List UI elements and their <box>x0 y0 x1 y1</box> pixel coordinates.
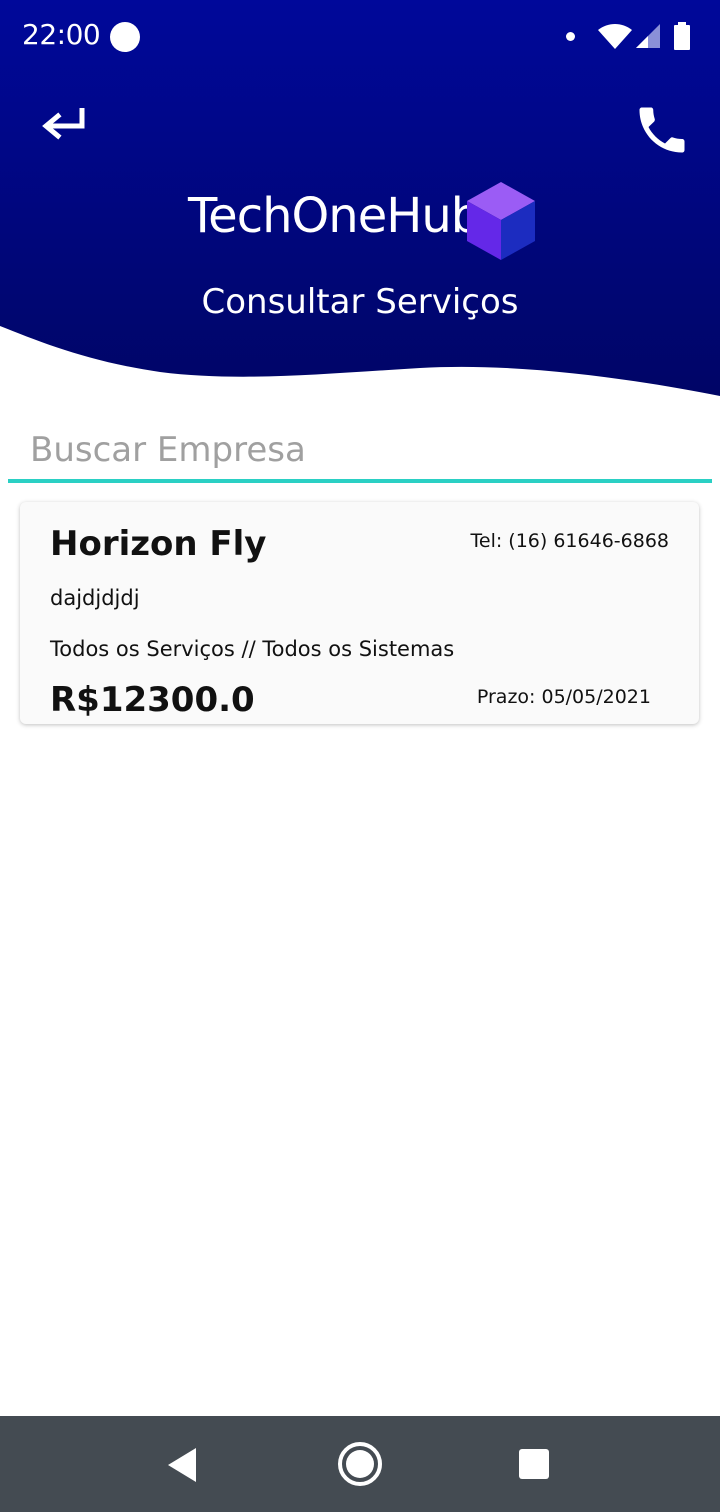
status-bar: 22:00 <box>0 0 720 76</box>
nav-home-icon[interactable] <box>336 1440 384 1488</box>
signal-icon <box>636 24 660 48</box>
battery-icon <box>674 22 690 50</box>
page-title: Consultar Serviços <box>201 282 519 322</box>
status-time: 22:00 <box>22 18 101 51</box>
nav-recents-icon[interactable] <box>518 1448 550 1480</box>
service-price: R$12300.0 <box>50 680 255 720</box>
service-description: dajdjdjdj <box>50 586 140 610</box>
service-card[interactable]: Horizon Fly Tel: (16) 61646-6868 dajdjdj… <box>20 502 699 724</box>
company-name: Horizon Fly <box>50 524 267 564</box>
notification-dot-icon <box>110 22 140 52</box>
back-button[interactable] <box>36 100 92 148</box>
search-underline <box>8 479 712 483</box>
header: 22:00 TechOneHub Consultar Serviços <box>0 0 720 400</box>
app-title: TechOneHub <box>188 188 481 244</box>
service-scope: Todos os Serviços // Todos os Sistemas <box>50 637 455 661</box>
phone-icon <box>639 107 685 153</box>
navigation-bar <box>0 1416 720 1512</box>
service-deadline: Prazo: 05/05/2021 <box>476 686 651 708</box>
wifi-icon <box>598 24 632 49</box>
search-field <box>8 420 712 484</box>
back-arrow-icon <box>42 108 85 140</box>
call-button[interactable] <box>632 100 692 160</box>
nav-back-icon[interactable] <box>164 1446 200 1484</box>
notification-small-dot-icon <box>566 32 575 41</box>
cube-logo-icon <box>467 182 535 260</box>
company-phone: Tel: (16) 61646-6868 <box>470 530 669 552</box>
search-input[interactable] <box>8 420 712 480</box>
